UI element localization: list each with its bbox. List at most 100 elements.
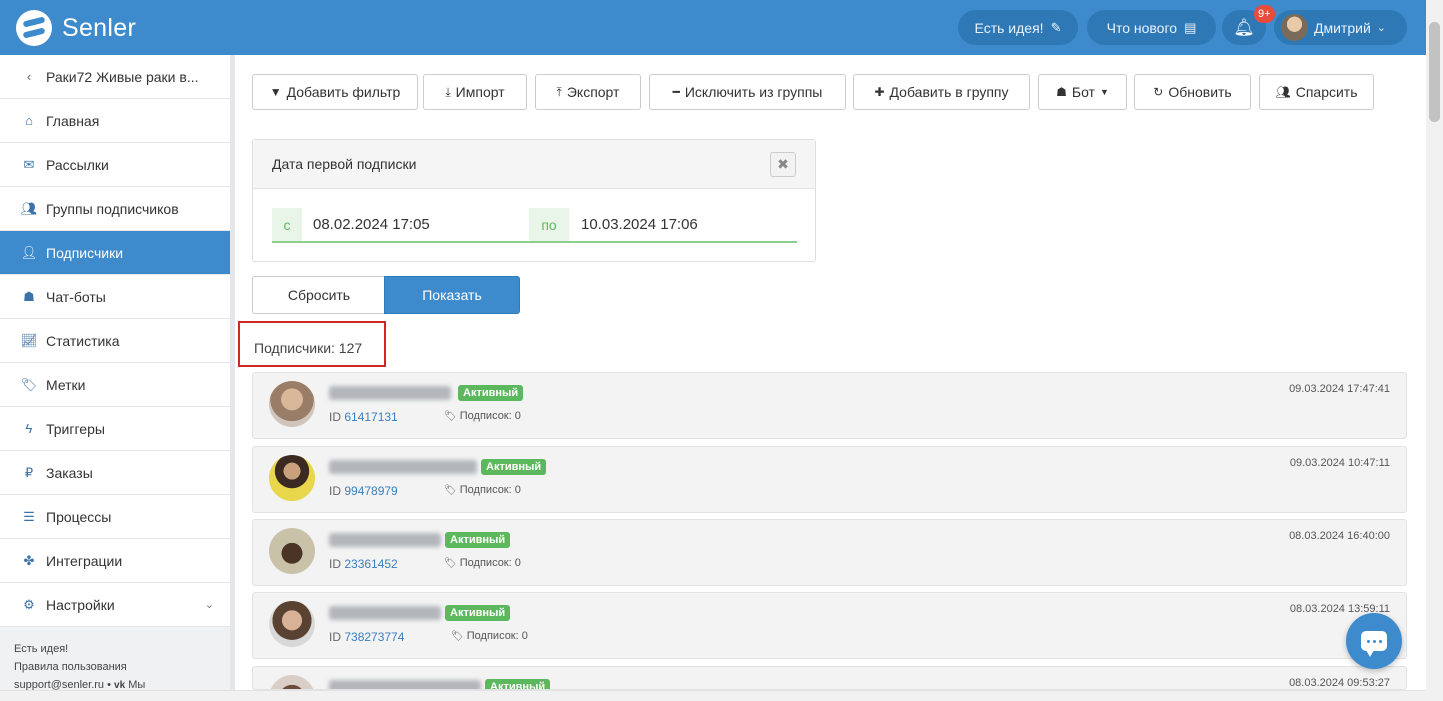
id-prefix: ID [329,557,341,571]
import-button[interactable]: ⤓ Импорт [423,74,527,110]
caret-down-icon: ▼ [1099,87,1109,97]
subscriber-id-link[interactable]: 738273774 [344,630,404,644]
list-item[interactable]: Активный ID 738273774 🏷︎ Подписок: 0 08.… [252,592,1407,659]
parse-label: Спарсить [1295,84,1358,100]
date-from-input[interactable]: 08.02.2024 17:05 [313,216,523,233]
subscriptions-count: 🏷︎ Подписок: 0 [444,557,521,569]
sidebar-item-processes[interactable]: ☰ Процессы [0,495,230,539]
avatar [269,601,315,647]
ruble-icon: ₽ [24,464,34,480]
chevron-down-icon: ⌄ [204,599,214,611]
show-button[interactable]: Показать [384,276,520,314]
sidebar-item-label: Статистика [46,332,120,349]
id-prefix: ID [329,630,341,644]
tags-icon: 🏷︎ [451,631,464,642]
export-label: Экспорт [566,84,620,100]
project-name: Раки72 Живые раки в... [46,68,199,85]
tags-icon: 🏷︎ [444,485,457,496]
bell-icon: 🔔︎ [1233,17,1255,37]
id-prefix: ID [329,410,341,424]
bot-dropdown-button[interactable]: ☗ Бот ▼ [1038,74,1127,110]
avatar [269,528,315,574]
sidebar-item-label: Процессы [46,508,112,525]
gears-icon: ⚙ [23,596,35,612]
sidebar-item-label: Главная [46,112,100,129]
sidebar-item-label: Рассылки [46,156,109,173]
subscription-date: 08.03.2024 09:53:27 [1289,677,1390,689]
sidebar-item-label: Чат-боты [46,288,106,305]
add-to-group-button[interactable]: ✚ Добавить в группу [853,74,1030,110]
top-bar: Senler Есть идея! ✎ Что нового ▤ 🔔︎ 9+ Д… [0,0,1426,55]
sidebar-item-tags[interactable]: 🏷︎ Метки [0,363,230,407]
date-range-row: с 08.02.2024 17:05 по 10.03.2024 17:06 [272,208,797,243]
senler-logo[interactable]: Senler [16,8,136,48]
sidebar-item-triggers[interactable]: ϟ Триггеры [0,407,230,451]
sidebar-item-statistics[interactable]: 📈︎ Статистика [0,319,230,363]
subscription-date: 08.03.2024 16:40:00 [1289,530,1390,542]
sidebar-back-project[interactable]: ‹ Раки72 Живые раки в... [0,55,230,99]
filter-header: Дата первой подписки ✖ [253,140,815,189]
close-icon[interactable]: ✖ [770,152,796,177]
refresh-button[interactable]: ↻ Обновить [1134,74,1251,110]
chevron-down-icon: ⌄ [1376,22,1386,34]
subscriber-id: ID 99478979 [329,484,398,498]
horizontal-scrollbar[interactable] [0,690,1426,701]
sidebar-item-subscribers[interactable]: 👤︎ Подписчики [0,231,230,275]
sidebar-item-mailings[interactable]: ✉ Рассылки [0,143,230,187]
chat-widget-button[interactable] [1346,613,1402,669]
sidebar-item-label: Группы подписчиков [46,200,179,217]
list-item[interactable]: Активный ID 99478979 🏷︎ Подписок: 0 09.0… [252,446,1407,513]
refresh-label: Обновить [1168,84,1232,100]
senler-logo-icon [16,10,52,46]
subscriber-id-link[interactable]: 99478979 [344,484,397,498]
export-button[interactable]: ⤒ Экспорт [535,74,641,110]
subscriber-name-blurred [329,460,477,474]
sidebar: ‹ Раки72 Живые раки в... ⌂ Главная ✉ Рас… [0,55,230,691]
sidebar-item-label: Заказы [46,464,93,481]
from-prefix: с [272,208,302,241]
subscriptions-label: Подписок: 0 [466,630,528,642]
newspaper-icon: ▤ [1184,19,1197,35]
sidebar-item-home[interactable]: ⌂ Главная [0,99,230,143]
vertical-scrollbar[interactable] [1426,0,1443,701]
sidebar-item-integrations[interactable]: ✤ Интеграции [0,539,230,583]
date-to-input[interactable]: 10.03.2024 17:06 [581,216,791,233]
subscriber-id-link[interactable]: 23361452 [344,557,397,571]
plus-icon: ✚ [874,85,885,99]
subscriptions-count: 🏷︎ Подписок: 0 [444,410,521,422]
footer-idea-link[interactable]: Есть идея! [14,640,216,658]
whats-new-button[interactable]: Что нового ▤ [1087,10,1216,45]
list-item[interactable]: Активный ID 61417131 🏷︎ Подписок: 0 09.0… [252,372,1407,439]
filter-title: Дата первой подписки [272,156,417,172]
brand-name: Senler [62,13,137,42]
sidebar-item-chatbots[interactable]: ☗ Чат-боты [0,275,230,319]
id-prefix: ID [329,484,341,498]
idea-button[interactable]: Есть идея! ✎ [958,10,1078,45]
avatar [269,675,315,689]
exclude-from-group-button[interactable]: ━ Исключить из группы [649,74,846,110]
chevron-left-icon: ‹ [26,69,32,84]
avatar [1281,14,1308,41]
scrollbar-thumb[interactable] [1429,22,1440,122]
users-icon: 👥︎ [1275,85,1291,99]
subscription-date: 09.03.2024 17:47:41 [1289,383,1390,395]
sidebar-item-label: Триггеры [46,420,105,437]
sidebar-item-settings[interactable]: ⚙ Настройки ⌄ [0,583,230,627]
idea-label: Есть идея! [974,19,1044,36]
subscriber-id-link[interactable]: 61417131 [344,410,397,424]
sidebar-item-orders[interactable]: ₽ Заказы [0,451,230,495]
status-badge: Активный [445,532,511,548]
reset-button[interactable]: Сбросить [252,276,385,314]
parse-button[interactable]: 👥︎ Спарсить [1259,74,1374,110]
footer-rules-link[interactable]: Правила пользования [14,658,216,676]
list-item[interactable]: Активный 08.03.2024 09:53:27 [252,666,1407,690]
subscriptions-label: Подписок: 0 [459,484,521,496]
subscription-date: 09.03.2024 10:47:11 [1289,457,1390,469]
add-filter-button[interactable]: ▼ Добавить фильтр [252,74,418,110]
sidebar-item-subscriber-groups[interactable]: 👥︎ Группы подписчиков [0,187,230,231]
user-icon: 👤︎ [20,244,38,260]
list-item[interactable]: Активный ID 23361452 🏷︎ Подписок: 0 08.0… [252,519,1407,586]
subscriber-id: ID 61417131 [329,410,398,424]
filter-icon: ▼ [269,85,282,99]
user-menu[interactable]: Дмитрий ⌄ [1274,10,1407,45]
